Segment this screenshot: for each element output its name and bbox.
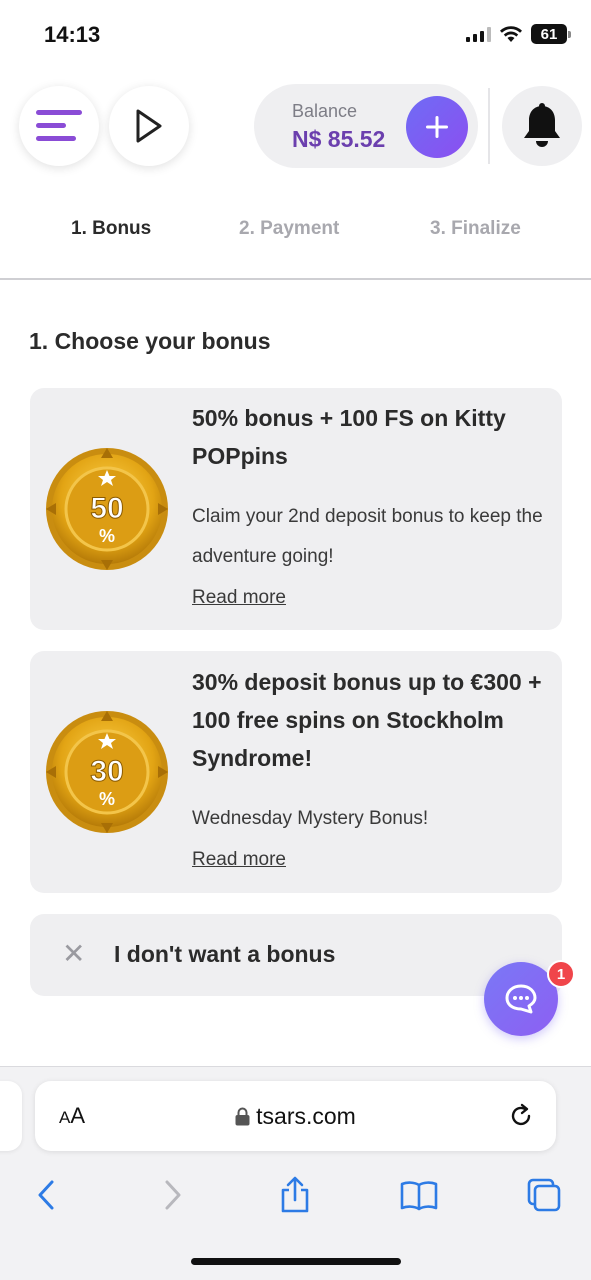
status-bar: 14:13 61: [0, 0, 591, 70]
balance-widget[interactable]: Balance N$ 85.52: [254, 84, 478, 168]
previous-tab-preview[interactable]: [0, 1081, 22, 1151]
step-payment[interactable]: 2. Payment: [239, 218, 339, 240]
deposit-plus-button[interactable]: [406, 96, 468, 158]
step-finalize[interactable]: 3. Finalize: [430, 218, 521, 240]
balance-label: Balance: [292, 101, 358, 121]
lock-icon: [235, 1107, 250, 1126]
bonus-description: Claim your 2nd deposit bonus to keep the…: [192, 506, 543, 567]
chevron-right-icon: [165, 1180, 181, 1210]
battery-icon: 61: [531, 24, 571, 44]
bonus-description: Wednesday Mystery Bonus!: [192, 808, 429, 829]
browser-toolbar: [0, 1173, 591, 1223]
no-bonus-option[interactable]: ✕ I don't want a bonus: [30, 914, 562, 996]
steps-divider: [0, 278, 591, 280]
home-indicator: [191, 1258, 401, 1265]
back-button[interactable]: [24, 1173, 68, 1217]
wifi-icon: [500, 26, 522, 42]
coin-value: 50: [90, 492, 123, 525]
coin-unit: %: [99, 789, 115, 809]
url-text: tsars.com: [256, 1103, 356, 1129]
bonus-title: 30% deposit bonus up to €300 + 100 free …: [192, 669, 542, 771]
tabs-icon: [527, 1178, 561, 1212]
section-title: 1. Choose your bonus: [29, 328, 271, 354]
close-icon: ✕: [62, 938, 86, 969]
balance-value: N$ 85.52: [292, 126, 386, 152]
bookmarks-button[interactable]: [397, 1173, 441, 1217]
step-bonus[interactable]: 1. Bonus: [71, 218, 151, 240]
coin-unit: %: [99, 526, 115, 546]
notifications-button[interactable]: [502, 86, 582, 166]
coin-value: 30: [90, 755, 123, 788]
chevron-left-icon: [38, 1180, 54, 1210]
play-button[interactable]: [109, 86, 189, 166]
menu-icon: [36, 110, 82, 141]
bonus-coin-icon: 50 %: [46, 448, 168, 570]
no-bonus-label: I don't want a bonus: [114, 941, 336, 967]
cellular-signal-icon: [466, 26, 491, 42]
address-bar[interactable]: AA tsars.com: [35, 1081, 556, 1151]
play-icon: [136, 109, 162, 143]
url-display[interactable]: tsars.com: [35, 1103, 556, 1130]
reload-icon[interactable]: [508, 1103, 534, 1129]
read-more-link[interactable]: Read more: [192, 587, 286, 609]
checkout-steps: 1. Bonus 2. Payment 3. Finalize: [0, 218, 591, 248]
bonus-card-2[interactable]: 30 % 30% deposit bonus up to €300 + 100 …: [30, 651, 562, 893]
forward-button[interactable]: [151, 1173, 195, 1217]
bonus-card-1[interactable]: 50 % 50% bonus + 100 FS on Kitty POPpins…: [30, 388, 562, 630]
status-time: 14:13: [44, 22, 101, 47]
bonus-coin-icon: 30 %: [46, 711, 168, 833]
chat-icon: [505, 984, 537, 1014]
menu-button[interactable]: [19, 86, 99, 166]
chat-notification-badge: 1: [547, 960, 575, 988]
plus-icon: [426, 116, 448, 138]
book-icon: [400, 1181, 438, 1211]
read-more-link[interactable]: Read more: [192, 849, 286, 871]
browser-bottom-bar: AA tsars.com: [0, 1066, 591, 1280]
battery-level: 61: [540, 25, 558, 43]
header-divider: [488, 88, 490, 164]
share-button[interactable]: [273, 1173, 317, 1217]
share-icon: [281, 1176, 309, 1213]
bell-icon: [524, 103, 560, 147]
tabs-button[interactable]: [522, 1173, 566, 1217]
bonus-title: 50% bonus + 100 FS on Kitty POPpins: [192, 405, 506, 469]
status-icons: 61: [466, 24, 571, 44]
